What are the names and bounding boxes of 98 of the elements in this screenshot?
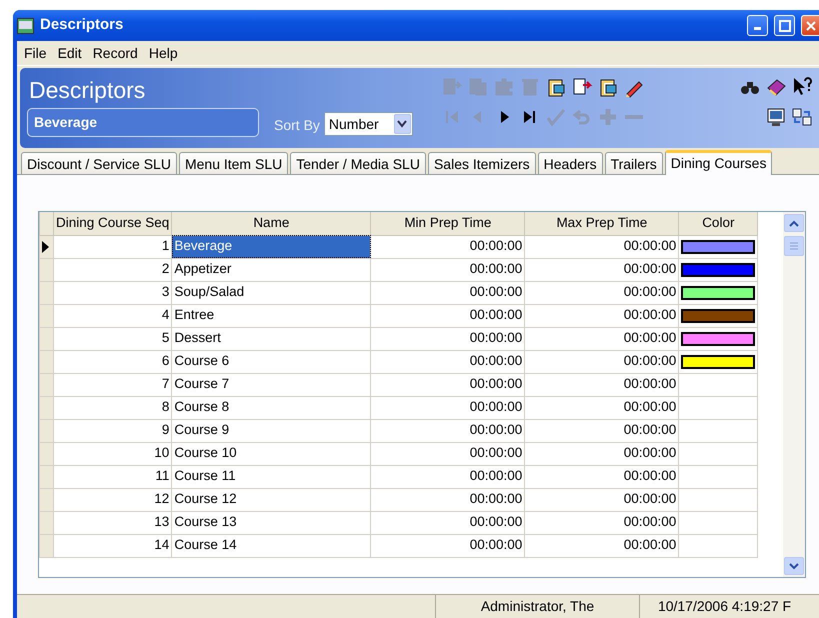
table-cell: 00:00:00	[524, 350, 679, 373]
current-row-icon	[42, 240, 49, 252]
status-text: Administrator, The	[435, 595, 639, 618]
column-header[interactable]: Dining Course Seq	[54, 212, 172, 235]
table-cell: 8	[54, 396, 172, 419]
table-cell: 00:00:00	[370, 281, 525, 304]
table-cell: Dessert	[172, 327, 371, 350]
table-cell: Course 7	[172, 373, 371, 396]
table-cell: 00:00:00	[524, 442, 679, 465]
grip-icon	[790, 242, 798, 250]
record-name-field: Beverage	[27, 108, 259, 137]
table-cell: 11	[54, 465, 172, 488]
table-cell: 12	[54, 488, 172, 511]
app-icon	[17, 18, 34, 34]
menu-item[interactable]: File	[20, 42, 54, 64]
maximize-icon	[778, 20, 790, 32]
table-cell: 00:00:00	[370, 534, 525, 557]
close-icon	[804, 20, 816, 32]
table-cell: 00:00:00	[370, 465, 525, 488]
table-cell: Course 6	[172, 350, 371, 373]
table-cell: 00:00:00	[370, 419, 525, 442]
table-cell: 4	[54, 304, 172, 327]
table-cell: 00:00:00	[524, 511, 679, 534]
table-cell: 00:00:00	[524, 327, 679, 350]
table-cell: 14	[54, 534, 172, 557]
sort-by-label: Sort By	[274, 116, 320, 135]
table-cell: 00:00:00	[524, 235, 679, 258]
tab[interactable]: Dining Courses	[664, 150, 772, 175]
table-cell: 00:00:00	[524, 281, 679, 304]
table-cell: 00:00:00	[524, 419, 679, 442]
table-cell: 00:00:00	[370, 258, 525, 281]
maximize-button[interactable]	[774, 15, 795, 36]
header-title: Descriptors	[29, 76, 146, 104]
table-cell: Course 13	[172, 511, 371, 534]
scroll-down-button[interactable]	[784, 557, 804, 575]
vertical-scrollbar[interactable]	[783, 212, 805, 577]
table-cell: 00:00:00	[370, 396, 525, 419]
table-cell: 00:00:00	[524, 373, 679, 396]
table-cell: 00:00:00	[370, 235, 525, 258]
tab[interactable]: Tender / Media SLU	[290, 152, 426, 174]
table-cell: 00:00:00	[524, 396, 679, 419]
column-header[interactable]: Max Prep Time	[524, 212, 679, 235]
column-header[interactable]: Color	[678, 212, 758, 235]
column-header[interactable]: Min Prep Time	[370, 212, 525, 235]
window-title: Descriptors	[40, 15, 124, 36]
table-cell: Course 14	[172, 534, 371, 557]
table-cell: Course 10	[172, 442, 371, 465]
table-cell: Appetizer	[172, 258, 371, 281]
help-pointer-icon[interactable]	[791, 76, 813, 98]
table-cell: 2	[54, 258, 172, 281]
table-cell: 5	[54, 327, 172, 350]
table-cell: 00:00:00	[524, 304, 679, 327]
table-cell: 00:00:00	[524, 465, 679, 488]
table-cell: 00:00:00	[370, 488, 525, 511]
table-cell: 00:00:00	[370, 304, 525, 327]
table-cell: 00:00:00	[370, 373, 525, 396]
menu-item[interactable]: Edit	[54, 42, 89, 64]
chevron-down-icon	[397, 120, 408, 128]
table-cell: 9	[54, 419, 172, 442]
table-cell: 00:00:00	[524, 258, 679, 281]
menu-item[interactable]: Help	[144, 42, 185, 64]
monitor-icon[interactable]	[765, 106, 787, 128]
chevron-up-icon	[789, 220, 799, 226]
table-cell: 7	[54, 373, 172, 396]
tab[interactable]: Menu Item SLU	[178, 152, 288, 174]
tab[interactable]: Headers	[538, 152, 603, 174]
scroll-thumb[interactable]	[784, 236, 804, 256]
table-cell: Course 8	[172, 396, 371, 419]
table-cell: 00:00:00	[370, 350, 525, 373]
status-text: 10/17/2006 4:19:27 F	[639, 595, 809, 618]
table-cell: 13	[54, 511, 172, 534]
table-cell: Soup/Salad	[172, 281, 371, 304]
tab[interactable]: Trailers	[604, 152, 663, 174]
table-cell: 00:00:00	[370, 511, 525, 534]
table-cell: 1	[54, 235, 172, 258]
transfer-icon[interactable]	[791, 106, 813, 128]
table-cell: 00:00:00	[370, 327, 525, 350]
column-header[interactable]: Name	[172, 212, 371, 235]
menu-item[interactable]: Record	[88, 42, 145, 64]
row-selector[interactable]	[40, 235, 54, 258]
chevron-down-icon	[789, 562, 799, 570]
tab[interactable]: Discount / Service SLU	[21, 152, 177, 174]
table-cell: 6	[54, 350, 172, 373]
table-cell: Course 9	[172, 419, 371, 442]
sort-by-dropdown[interactable]: Number	[324, 112, 413, 136]
table-cell: Course 12	[172, 488, 371, 511]
close-button[interactable]	[801, 15, 819, 36]
minimize-button[interactable]	[747, 15, 768, 36]
tab[interactable]: Sales Itemizers	[428, 152, 536, 174]
table-cell: Entree	[172, 304, 371, 327]
table-cell: 10	[54, 442, 172, 465]
table-cell: Beverage	[172, 235, 371, 258]
table-cell: 3	[54, 281, 172, 304]
table-cell: 00:00:00	[524, 534, 679, 557]
table-cell: Course 11	[172, 465, 371, 488]
table-cell: 00:00:00	[524, 488, 679, 511]
table-cell: 00:00:00	[370, 442, 525, 465]
scroll-up-button[interactable]	[784, 214, 804, 232]
